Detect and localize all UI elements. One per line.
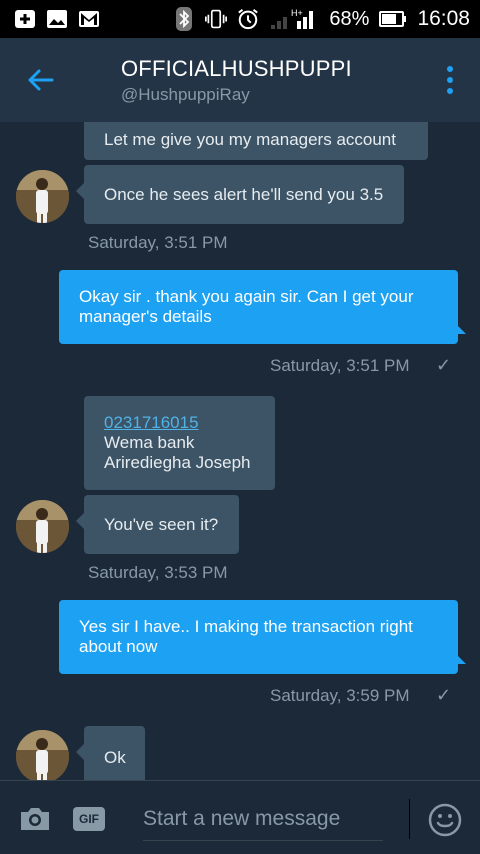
bluetooth-icon [173, 7, 195, 31]
message-bubble-received[interactable]: Let me give you my managers account [84, 122, 428, 160]
message-bubble-received[interactable]: 0231716015 Wema bank Arirediegha Joseph [84, 396, 275, 490]
contact-name[interactable]: OFFICIALHUSHPUPPI [121, 56, 352, 82]
image-icon [46, 8, 68, 30]
message-timestamp: Saturday, 3:51 PM [88, 233, 228, 252]
avatar[interactable] [16, 500, 69, 553]
clock: 16:08 [417, 7, 470, 30]
avatar[interactable] [16, 730, 69, 780]
gif-button[interactable]: GIF [73, 807, 105, 831]
message-bubble-received[interactable]: Ok [76, 726, 145, 780]
signal-icon: H+ [269, 8, 319, 30]
camera-icon[interactable] [18, 805, 52, 833]
account-holder-name: Arirediegha Joseph [104, 453, 251, 472]
message-timestamp: Saturday, 3:59 PM [270, 686, 410, 705]
account-number-link[interactable]: 0231716015 [104, 413, 255, 433]
gmail-icon [78, 8, 100, 30]
alarm-icon [237, 8, 259, 30]
message-bubble-sent[interactable]: Yes sir I have.. I making the transactio… [59, 600, 466, 674]
message-timestamp: Saturday, 3:53 PM [88, 563, 228, 582]
contact-handle: @HushpuppiRay [121, 85, 250, 104]
message-bubble-received[interactable]: Once he sees alert he'll send you 3.5 [76, 165, 404, 224]
back-arrow-icon[interactable] [22, 62, 58, 98]
add-box-icon [14, 8, 36, 30]
read-check-icon: ✓ [436, 685, 452, 705]
avatar[interactable] [16, 170, 69, 223]
message-list[interactable]: Let me give you my managers account Once… [0, 122, 480, 780]
message-input[interactable] [143, 797, 383, 841]
battery-icon [379, 8, 407, 30]
message-bubble-sent[interactable]: Okay sir . thank you again sir. Can I ge… [59, 270, 466, 344]
emoji-icon[interactable] [428, 803, 462, 837]
read-check-icon: ✓ [436, 355, 452, 375]
message-bubble-received[interactable]: You've seen it? [76, 495, 239, 554]
composer-divider [409, 799, 410, 839]
message-composer: GIF [0, 780, 480, 854]
battery-percent: 68% [329, 7, 370, 30]
status-bar: H+ 68% 16:08 [0, 0, 480, 38]
bank-name: Wema bank [104, 433, 195, 452]
message-timestamp: Saturday, 3:51 PM [270, 356, 410, 375]
overflow-menu-icon[interactable] [440, 62, 460, 98]
conversation-header: OFFICIALHUSHPUPPI @HushpuppiRay [0, 38, 480, 122]
vibrate-icon [205, 8, 228, 30]
svg-text:H+: H+ [291, 8, 303, 18]
